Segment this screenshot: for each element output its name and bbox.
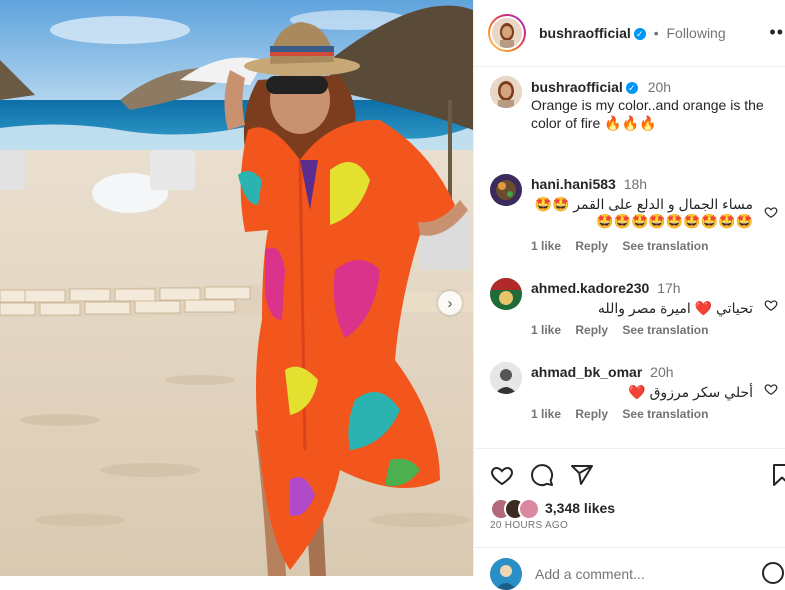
verified-badge-icon: ✓ <box>633 28 646 41</box>
like-count[interactable]: 3,348 likes <box>545 500 615 516</box>
add-comment-row <box>474 547 785 590</box>
see-translation-button[interactable]: See translation <box>622 407 708 421</box>
comment-like-count[interactable]: 1 like <box>531 407 561 421</box>
comment-text: مساء الجمال و الدلع على القمر 🤩🤩 🤩🤩🤩🤩🤩🤩🤩… <box>531 196 753 230</box>
commenter-username[interactable]: ahmed.kadore230 <box>531 280 649 296</box>
author-avatar <box>492 18 522 48</box>
add-comment-input[interactable] <box>535 566 735 582</box>
post-side-panel: bushraofficial ✓ • Following •• bushraoff… <box>473 0 785 590</box>
comment-text: تحياتي ❤️ اميرة مصر والله <box>531 300 753 317</box>
caption-text-line1: Orange is my color..and orange is the <box>531 97 764 113</box>
comment-meta: 1 like Reply See translation <box>531 323 719 337</box>
author-avatar-ring[interactable] <box>488 14 526 52</box>
comment-text-line2: 🤩🤩🤩🤩🤩🤩🤩🤩🤩 <box>596 213 753 229</box>
caption-text-line2: color of fire 🔥🔥🔥 <box>531 115 657 131</box>
comment-item: ahmed.kadore230 17h تحياتي ❤️ اميرة مصر … <box>490 278 780 358</box>
comment-item: ahmad_bk_omar 20h أحلي سكر مرزوق ❤️ 1 li… <box>490 362 780 442</box>
commenter-username[interactable]: hani.hani583 <box>531 176 616 192</box>
comment-time: 17h <box>657 280 681 296</box>
chevron-right-icon: › <box>447 294 453 312</box>
see-translation-button[interactable]: See translation <box>622 323 708 337</box>
commenter-avatar[interactable] <box>490 362 522 394</box>
comment-icon[interactable] <box>530 463 554 487</box>
post-photo[interactable]: › <box>0 0 473 576</box>
comment-like-count[interactable]: 1 like <box>531 239 561 253</box>
bookmark-icon[interactable] <box>770 463 785 487</box>
more-options-button[interactable]: •• <box>769 22 784 43</box>
next-photo-button[interactable]: › <box>438 291 462 315</box>
caption-time: 20h <box>647 79 672 95</box>
author-username[interactable]: bushraofficial <box>539 25 631 41</box>
verified-badge-icon: ✓ <box>625 82 638 95</box>
heart-icon[interactable] <box>764 298 778 312</box>
liker-avatar <box>518 498 540 520</box>
following-button[interactable]: Following <box>666 25 725 41</box>
heart-icon[interactable] <box>764 205 778 219</box>
commenter-avatar[interactable] <box>490 174 522 206</box>
comment-meta: 1 like Reply See translation <box>531 239 719 253</box>
commenter-avatar[interactable] <box>490 278 522 310</box>
comment-text: أحلي سكر مرزوق ❤️ <box>531 384 753 401</box>
reply-button[interactable]: Reply <box>575 239 608 253</box>
post-header: bushraofficial ✓ • Following •• <box>474 0 785 67</box>
comment-text-line1: أحلي سكر مرزوق ❤️ <box>628 384 753 400</box>
reply-button[interactable]: Reply <box>575 323 608 337</box>
current-user-avatar <box>490 558 522 590</box>
paper-plane-icon[interactable] <box>570 463 594 487</box>
comment-time: 20h <box>650 364 674 380</box>
header-separator: • <box>653 25 659 41</box>
caption-username[interactable]: bushraofficial <box>531 79 623 95</box>
caption-avatar[interactable] <box>490 76 522 108</box>
commenter-username[interactable]: ahmad_bk_omar <box>531 364 642 380</box>
heart-icon[interactable] <box>764 382 778 396</box>
comment-text-line1: مساء الجمال و الدلع على القمر 🤩🤩 <box>534 196 753 212</box>
comment-time: 18h <box>623 176 648 192</box>
reply-button[interactable]: Reply <box>575 407 608 421</box>
emoji-icon[interactable] <box>762 562 784 584</box>
see-translation-button[interactable]: See translation <box>622 239 708 253</box>
comment-meta: 1 like Reply See translation <box>531 407 719 421</box>
beach-photo-illustration <box>0 0 473 576</box>
comment-text-line1: تحياتي ❤️ اميرة مصر والله <box>597 300 753 316</box>
post-actions: 3,348 likes 20 HOURS AGO <box>474 448 785 590</box>
heart-icon[interactable] <box>490 463 514 487</box>
comment-like-count[interactable]: 1 like <box>531 323 561 337</box>
post-timestamp[interactable]: 20 HOURS AGO <box>490 520 568 531</box>
comment-item: hani.hani583 18h مساء الجمال و الدلع على… <box>490 174 780 254</box>
